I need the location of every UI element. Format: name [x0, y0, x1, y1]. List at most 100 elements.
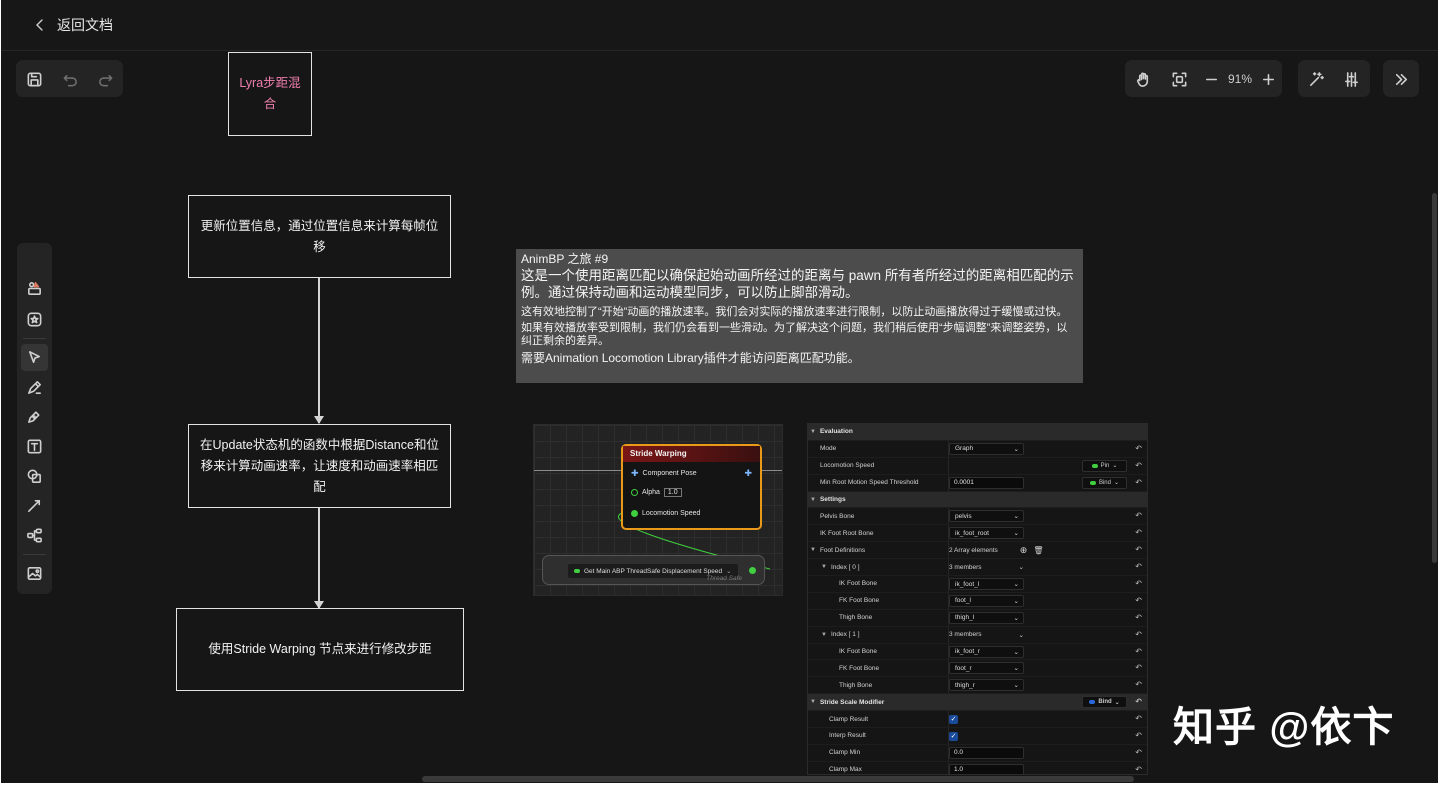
reset-arrow-icon[interactable]: ↶ — [1135, 680, 1142, 689]
property-name: Min Root Motion Speed Threshold — [820, 479, 919, 487]
undo-icon[interactable] — [60, 69, 80, 89]
checkbox-checked-icon[interactable]: ✓ — [949, 731, 958, 741]
property-value: 1.0 — [949, 763, 1024, 774]
double-chevron-right-icon[interactable] — [1391, 69, 1411, 89]
template-icon[interactable] — [21, 275, 48, 302]
zoom-level[interactable]: 91% — [1220, 72, 1260, 86]
binding-dropdown[interactable]: Bind ⌄ — [1082, 696, 1127, 709]
sticker-icon[interactable] — [21, 306, 48, 333]
chevron-down-icon[interactable]: ⌄ — [1019, 631, 1024, 639]
property-dropdown[interactable]: Graph ⌄ — [949, 442, 1024, 455]
back-to-document-button[interactable]: 返回文档 — [33, 15, 113, 35]
property-text-input[interactable]: 0.0 — [949, 746, 1024, 759]
property-dropdown[interactable]: ik_foot_r ⌄ — [949, 645, 1024, 658]
details-row: ▼ Settings — [808, 491, 1147, 509]
title-box[interactable]: Lyra步距混合 — [228, 52, 312, 136]
property-label: ▼ Index [ 0 ] — [821, 559, 860, 575]
flow-step-2[interactable]: 在Update状态机的函数中根据Distance和位移来计算动画速率，让速度和动… — [188, 424, 451, 508]
pen-icon[interactable] — [21, 403, 48, 430]
comment-paragraph: 如果有效播放率受到限制，我们仍会看到一些滑动。为了解决这个问题，我们稍后使用“步… — [521, 322, 1068, 347]
text-box-icon[interactable] — [21, 433, 48, 460]
details-row: Min Root Motion Speed Threshold 0.0001 Bin… — [808, 475, 1147, 492]
property-value: 3 members ⌄ — [949, 629, 1024, 641]
binding-dropdown[interactable]: Pin ⌄ — [1082, 459, 1127, 472]
reset-arrow-icon[interactable]: ↶ — [1135, 444, 1142, 453]
expand-triangle-icon[interactable]: ▼ — [810, 497, 816, 503]
property-dropdown[interactable]: foot_r ⌄ — [949, 662, 1024, 675]
details-row: Clamp Max 1.0 ↶ — [808, 762, 1147, 774]
expand-triangle-icon[interactable]: ▼ — [821, 632, 827, 638]
checkbox-checked-icon[interactable]: ✓ — [949, 714, 958, 724]
expand-triangle-icon[interactable]: ▼ — [810, 429, 816, 435]
reset-arrow-icon[interactable]: ↶ — [1135, 714, 1142, 723]
property-name: FK Foot Bone — [839, 597, 880, 605]
select-cursor-icon[interactable] — [21, 344, 48, 371]
reset-arrow-icon[interactable]: ↶ — [1135, 545, 1142, 554]
reset-arrow-icon[interactable]: ↶ — [1135, 461, 1142, 470]
comment-paragraph: 这有效地控制了“开始”动画的播放速率。我们会对实际的播放速率进行限制，以防止动画… — [521, 306, 1068, 318]
property-value: foot_r ⌄ — [949, 662, 1024, 675]
anim-blueprint-comment-image[interactable]: AnimBP 之旅 #9 这是一个使用距离匹配以确保起始动画所经过的距离与 pa… — [516, 249, 1083, 383]
property-name: IK Foot Root Bone — [820, 529, 874, 537]
flow-arrow[interactable] — [314, 508, 324, 609]
shapes-icon[interactable] — [21, 463, 48, 490]
history-toolbar — [16, 60, 123, 97]
marker-icon[interactable] — [21, 374, 48, 401]
stride-warping-graph-image[interactable]: Stride Warping ✚ Component Pose ✚ Alpha 1.… — [533, 424, 783, 596]
reset-arrow-icon[interactable]: ↶ — [1135, 663, 1142, 672]
input-value: 0.0 — [954, 749, 964, 757]
reset-arrow-icon[interactable]: ↶ — [1135, 630, 1142, 639]
property-dropdown[interactable]: ik_foot_root ⌄ — [949, 527, 1024, 540]
magic-wand-icon[interactable] — [1306, 69, 1326, 89]
property-dropdown[interactable]: ik_foot_l ⌄ — [949, 578, 1024, 591]
trash-icon[interactable]: 🗑 — [1033, 546, 1043, 555]
property-text-input[interactable]: 1.0 — [949, 763, 1024, 774]
property-text-input[interactable]: 0.0001 — [949, 476, 1024, 489]
hand-icon[interactable] — [1133, 69, 1153, 89]
reset-arrow-icon[interactable]: ↶ — [1135, 697, 1142, 706]
reset-arrow-icon[interactable]: ↶ — [1135, 511, 1142, 520]
property-dropdown[interactable]: thigh_l ⌄ — [949, 611, 1024, 624]
zoom-in-icon[interactable] — [1259, 69, 1277, 89]
reset-arrow-icon[interactable]: ↶ — [1135, 579, 1142, 588]
save-icon[interactable] — [24, 69, 44, 89]
add-element-icon[interactable]: ⊕ — [1020, 545, 1028, 556]
dropdown-value: foot_l — [955, 597, 971, 605]
dropdown-value: ik_foot_r — [955, 648, 980, 656]
reset-arrow-icon[interactable]: ↶ — [1135, 731, 1142, 740]
stride-warping-node: Stride Warping ✚ Component Pose ✚ Alpha 1.… — [621, 444, 762, 530]
sliders-icon[interactable] — [1341, 69, 1361, 89]
redo-icon[interactable] — [95, 69, 115, 89]
reset-arrow-icon[interactable]: ↶ — [1135, 748, 1142, 757]
binding-dropdown[interactable]: Bind ⌄ — [1082, 476, 1127, 489]
zoom-out-icon[interactable] — [1202, 69, 1220, 89]
reset-arrow-icon[interactable]: ↶ — [1135, 562, 1142, 571]
chevron-down-icon[interactable]: ⌄ — [1019, 563, 1024, 571]
flow-step-3[interactable]: 使用Stride Warping 节点来进行修改步距 — [176, 608, 464, 691]
comment-intro: 这是一个使用距离匹配以确保起始动画所经过的距离与 pawn 所有者所经过的距离相… — [521, 268, 1074, 300]
property-dropdown[interactable]: thigh_r ⌄ — [949, 679, 1024, 692]
reset-arrow-icon[interactable]: ↶ — [1135, 596, 1142, 605]
reset-arrow-icon[interactable]: ↶ — [1135, 613, 1142, 622]
property-dropdown[interactable]: foot_l ⌄ — [949, 594, 1024, 607]
flow-arrow[interactable] — [314, 278, 324, 424]
reset-arrow-icon[interactable]: ↶ — [1135, 647, 1142, 656]
horizontal-scrollbar[interactable] — [422, 776, 1134, 782]
fit-screen-icon[interactable] — [1169, 69, 1189, 89]
vertical-scrollbar[interactable] — [1432, 193, 1437, 563]
reset-arrow-icon[interactable]: ↶ — [1135, 528, 1142, 537]
flow-step-1[interactable]: 更新位置信息，通过位置信息来计算每帧位移 — [188, 195, 451, 278]
mind-map-icon[interactable] — [21, 522, 48, 549]
property-dropdown[interactable]: pelvis ⌄ — [949, 510, 1024, 523]
details-panel-image[interactable]: ▼ Evaluation Mode Graph ⌄ ↶ Locomotion Speed Pi… — [807, 423, 1148, 775]
image-icon[interactable] — [21, 560, 48, 587]
reset-arrow-icon[interactable]: ↶ — [1135, 478, 1142, 487]
binding-label: Bind — [1098, 479, 1111, 486]
expand-triangle-icon[interactable]: ▼ — [810, 547, 816, 553]
property-label: ▼ Foot Definitions — [810, 542, 865, 558]
details-row: ▼ Index [ 0 ] 3 members ⌄ ↶ — [808, 559, 1147, 577]
reset-arrow-icon[interactable]: ↶ — [1135, 765, 1142, 774]
connector-line-icon[interactable] — [21, 492, 48, 519]
expand-triangle-icon[interactable]: ▼ — [810, 699, 816, 705]
expand-triangle-icon[interactable]: ▼ — [821, 564, 827, 570]
